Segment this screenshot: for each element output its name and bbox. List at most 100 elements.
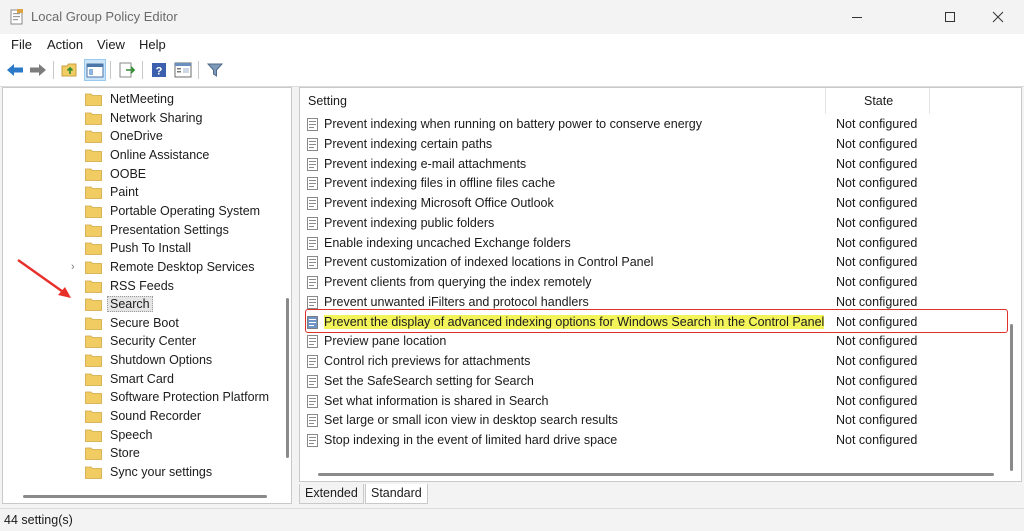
back-button[interactable] (4, 59, 26, 81)
horizontal-scrollbar[interactable] (23, 495, 267, 498)
setting-name: Prevent the display of advanced indexing… (324, 314, 825, 329)
folder-icon (85, 205, 102, 218)
setting-state: Not configured (836, 354, 918, 368)
back-icon (7, 64, 23, 76)
policy-setting-icon (307, 295, 318, 309)
help-icon: ? (152, 63, 166, 78)
tree-item-label: OneDrive (110, 129, 163, 144)
table-row[interactable]: Stop indexing in the event of limited ha… (300, 431, 1020, 451)
tree-item[interactable]: NetMeeting (3, 90, 263, 109)
setting-name: Prevent indexing files in offline files … (324, 176, 556, 191)
setting-name: Prevent indexing public folders (324, 215, 495, 230)
setting-name: Prevent indexing e-mail attachments (324, 156, 527, 171)
menu-view[interactable]: View (97, 37, 125, 52)
tree-item-label: Search (107, 296, 153, 313)
properties-button[interactable] (172, 59, 194, 81)
tree-item[interactable]: Smart Card (3, 370, 263, 389)
export-list-button[interactable] (116, 59, 138, 81)
folder-icon (85, 447, 102, 461)
tree-item[interactable]: Secure Boot (3, 314, 263, 333)
setting-name: Set the SafeSearch setting for Search (324, 373, 534, 388)
maximize-button[interactable] (927, 0, 973, 34)
forward-button[interactable] (27, 59, 49, 81)
vertical-scrollbar[interactable] (286, 298, 289, 458)
setting-name: Set what information is shared in Search (324, 393, 549, 408)
table-row[interactable]: Prevent indexing certain paths Not config… (300, 135, 1020, 155)
tree-item[interactable]: OOBE (3, 165, 263, 184)
tree-item[interactable]: Shutdown Options (3, 351, 263, 370)
folder-icon (85, 410, 102, 423)
forward-icon (30, 64, 46, 76)
tree-item-label: Portable Operating System (110, 203, 261, 218)
table-row[interactable]: Prevent indexing files in offline files … (300, 174, 1020, 194)
tree-item-label: Secure Boot (110, 315, 179, 330)
show-hide-tree-button[interactable] (84, 59, 106, 81)
policy-setting-icon (307, 216, 318, 230)
folder-icon (85, 354, 102, 367)
table-row[interactable]: Prevent indexing e-mail attachments Not c… (300, 155, 1020, 175)
tree-item[interactable]: Paint (3, 183, 263, 202)
tree-item-label: Speech (110, 427, 153, 442)
folder-icon (85, 373, 102, 386)
table-row[interactable]: Prevent unwanted iFilters and protocol h… (300, 293, 1020, 313)
tree-item[interactable]: Software Protection Platform (3, 388, 269, 407)
toolbar-separator (142, 61, 143, 79)
table-row[interactable]: Preview pane location Not configured (300, 332, 1020, 352)
show-hide-tree-icon (86, 63, 104, 77)
column-divider[interactable] (825, 88, 826, 114)
tree-item[interactable]: Presentation Settings (3, 221, 263, 240)
table-row[interactable]: Prevent clients from querying the index … (300, 273, 1020, 293)
tab-extended[interactable]: Extended (299, 484, 364, 504)
minimize-icon (852, 17, 862, 18)
policy-setting-icon (307, 197, 318, 210)
menu-action[interactable]: Action (47, 37, 83, 52)
setting-state: Not configured (836, 314, 918, 329)
minimize-button[interactable] (834, 0, 880, 34)
setting-name: Prevent clients from querying the index … (324, 275, 592, 289)
tree-item[interactable]: Sound Recorder (3, 407, 263, 426)
table-row[interactable]: Enable indexing uncached Exchange folder… (300, 234, 1020, 254)
policy-setting-icon (307, 355, 318, 368)
tree-item[interactable]: Online Assistance (3, 146, 263, 165)
table-row[interactable]: Prevent the display of advanced indexing… (300, 313, 1020, 333)
setting-state: Not configured (836, 255, 918, 270)
table-row[interactable]: Prevent customization of indexed locatio… (300, 253, 1020, 273)
table-row[interactable]: Set large or small icon view in desktop … (300, 411, 1020, 431)
setting-state: Not configured (836, 156, 918, 171)
policy-setting-icon (307, 137, 318, 151)
tree-item[interactable]: OneDrive (3, 127, 263, 146)
table-row[interactable]: Set the SafeSearch setting for Search Not… (300, 372, 1020, 392)
folder-icon (85, 186, 102, 200)
svg-text:?: ? (156, 66, 163, 78)
tree-item[interactable]: Sync your settings (3, 463, 263, 482)
setting-state: Not configured (836, 215, 918, 230)
menu-file[interactable]: File (11, 37, 32, 52)
help-button[interactable]: ? (148, 59, 170, 81)
tree-item-label: Security Center (110, 334, 197, 349)
table-row[interactable]: Prevent indexing when running on battery… (300, 115, 1020, 135)
column-header-setting[interactable]: Setting (308, 88, 347, 114)
close-button[interactable] (975, 0, 1021, 34)
table-row[interactable]: Prevent indexing public folders Not confi… (300, 214, 1020, 234)
tree-item-label: Paint (110, 185, 139, 200)
tree-item[interactable]: Portable Operating System (3, 202, 263, 221)
menu-help[interactable]: Help (139, 37, 166, 52)
tree-item[interactable]: Speech (3, 426, 263, 445)
tree-item[interactable]: Security Center (3, 332, 263, 351)
tree-item-label: Store (110, 446, 140, 461)
column-divider[interactable] (929, 88, 930, 114)
table-row[interactable]: Control rich previews for attachments Not… (300, 352, 1020, 372)
table-row[interactable]: Prevent indexing Microsoft Office Outloo… (300, 194, 1020, 214)
up-folder-button[interactable] (59, 59, 81, 81)
setting-state: Not configured (836, 294, 918, 309)
tree-item[interactable]: Network Sharing (3, 109, 263, 128)
folder-icon (85, 112, 102, 125)
title-bar: Local Group Policy Editor (0, 0, 1024, 34)
column-header-state[interactable]: State (864, 88, 893, 114)
horizontal-scrollbar[interactable] (318, 473, 994, 476)
filter-button[interactable] (204, 59, 226, 81)
table-row[interactable]: Set what information is shared in Search… (300, 392, 1020, 412)
tab-standard[interactable]: Standard (365, 484, 428, 504)
tree-item[interactable]: Store (3, 444, 263, 463)
settings-list-pane[interactable]: Setting State Prevent indexing when runn… (299, 87, 1022, 482)
